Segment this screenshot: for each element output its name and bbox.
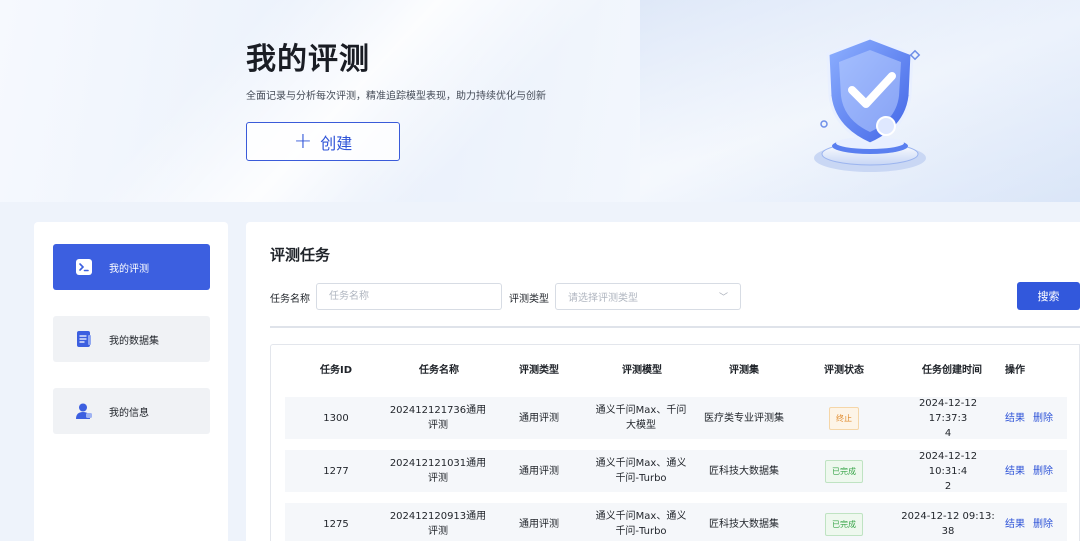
create-button[interactable]: + 创建 — [246, 122, 400, 161]
status-badge: 已完成 — [825, 512, 863, 536]
status-cell: 终止 — [814, 397, 874, 439]
eval-model: 通义千问Max、通义 千问-Turbo — [595, 458, 687, 484]
sidebar-item-my-info[interactable]: 我的信息 — [53, 388, 210, 434]
column-header: 评测模型 — [622, 365, 662, 376]
eval-dataset: 匠科技大数据集 — [709, 465, 779, 477]
hero-banner: 我的评测 全面记录与分析每次评测，精准追踪模型表现，助力持续优化与创新 + 创建 — [0, 0, 1080, 202]
eval-type: 通用评测 — [519, 412, 559, 424]
create-time: 2024-12-12 09:13: 38 — [901, 511, 995, 537]
eval-type: 通用评测 — [519, 465, 559, 477]
eval-type: 通用评测 — [519, 518, 559, 530]
task-name: 202412121031通用 评测 — [389, 458, 487, 484]
page-subtitle: 全面记录与分析每次评测，精准追踪模型表现，助力持续优化与创新 — [246, 91, 546, 102]
status-badge: 已完成 — [825, 459, 863, 483]
terminal-icon — [75, 258, 93, 276]
shield-illustration-icon — [800, 30, 940, 180]
status-cell: 已完成 — [814, 503, 874, 541]
table-row: 1277 202412121031通用 评测 通用评测 通义千问Max、通义 千… — [285, 450, 1067, 492]
eval-dataset: 匠科技大数据集 — [709, 518, 779, 530]
task-name-input[interactable] — [316, 283, 502, 310]
sidebar-item-label: 我的评测 — [109, 263, 149, 275]
document-icon — [75, 330, 93, 348]
result-link[interactable]: 结果 — [1005, 517, 1025, 532]
status-badge: 终止 — [829, 406, 859, 430]
row-actions: 结果 删除 — [1005, 450, 1067, 492]
section-title: 评测任务 — [270, 246, 331, 264]
table-row: 1300 202412121736通用 评测 通用评测 通义千问Max、千问 大… — [285, 397, 1067, 439]
search-button[interactable]: 搜索 — [1017, 282, 1080, 310]
column-header: 任务名称 — [419, 365, 459, 376]
table-row: 1275 202412120913通用 评测 通用评测 通义千问Max、通义 千… — [285, 503, 1067, 541]
eval-model: 通义千问Max、千问 大模型 — [595, 405, 687, 431]
column-header: 评测类型 — [519, 365, 559, 376]
eval-type-select[interactable]: 请选择评测类型 ﹀ — [555, 283, 741, 310]
task-id: 1300 — [323, 412, 349, 424]
column-header: 评测集 — [729, 365, 759, 376]
column-header: 任务ID — [319, 365, 353, 376]
main-panel: 评测任务 任务名称 评测类型 请选择评测类型 ﹀ 搜索 任务ID 任务名称 评测… — [246, 222, 1080, 541]
row-actions: 结果 删除 — [1005, 503, 1067, 541]
sidebar-item-label: 我的数据集 — [109, 335, 159, 347]
user-icon — [75, 402, 93, 420]
page-title: 我的评测 — [246, 42, 370, 77]
delete-link[interactable]: 删除 — [1033, 411, 1053, 426]
eval-type-placeholder: 请选择评测类型 — [568, 293, 638, 304]
eval-model: 通义千问Max、通义 千问-Turbo — [595, 511, 687, 537]
row-actions: 结果 删除 — [1005, 397, 1067, 439]
sidebar-item-my-evaluations[interactable]: 我的评测 — [53, 244, 210, 290]
task-name: 202412120913通用 评测 — [389, 511, 487, 537]
sidebar-item-my-datasets[interactable]: 我的数据集 — [53, 316, 210, 362]
eval-dataset: 医疗类专业评测集 — [704, 412, 784, 424]
plus-icon: + — [293, 128, 313, 154]
delete-link[interactable]: 删除 — [1033, 517, 1053, 532]
sidebar: 我的评测 我的数据集 我的信息 — [34, 222, 228, 541]
result-link[interactable]: 结果 — [1005, 411, 1025, 426]
column-header: 评测状态 — [824, 365, 864, 376]
chevron-down-icon: ﹀ — [718, 293, 728, 303]
task-table: 任务ID 任务名称 评测类型 评测模型 评测集 评测状态 任务创建时间 操作 1… — [270, 344, 1080, 541]
create-time: 2024-12-12 17:37:3 4 — [918, 397, 978, 439]
task-id: 1277 — [323, 465, 349, 477]
create-button-label: 创建 — [320, 133, 353, 153]
result-link[interactable]: 结果 — [1005, 464, 1025, 479]
column-header: 任务创建时间 — [922, 365, 982, 376]
task-id: 1275 — [323, 518, 349, 530]
status-cell: 已完成 — [814, 450, 874, 492]
create-time: 2024-12-12 10:31:4 2 — [918, 450, 978, 492]
task-name-label: 任务名称 — [270, 294, 310, 305]
column-header: 操作 — [1005, 365, 1025, 376]
divider — [270, 326, 1080, 328]
sidebar-item-label: 我的信息 — [109, 407, 149, 419]
task-name: 202412121736通用 评测 — [389, 405, 487, 431]
delete-link[interactable]: 删除 — [1033, 464, 1053, 479]
eval-type-label: 评测类型 — [509, 294, 549, 305]
